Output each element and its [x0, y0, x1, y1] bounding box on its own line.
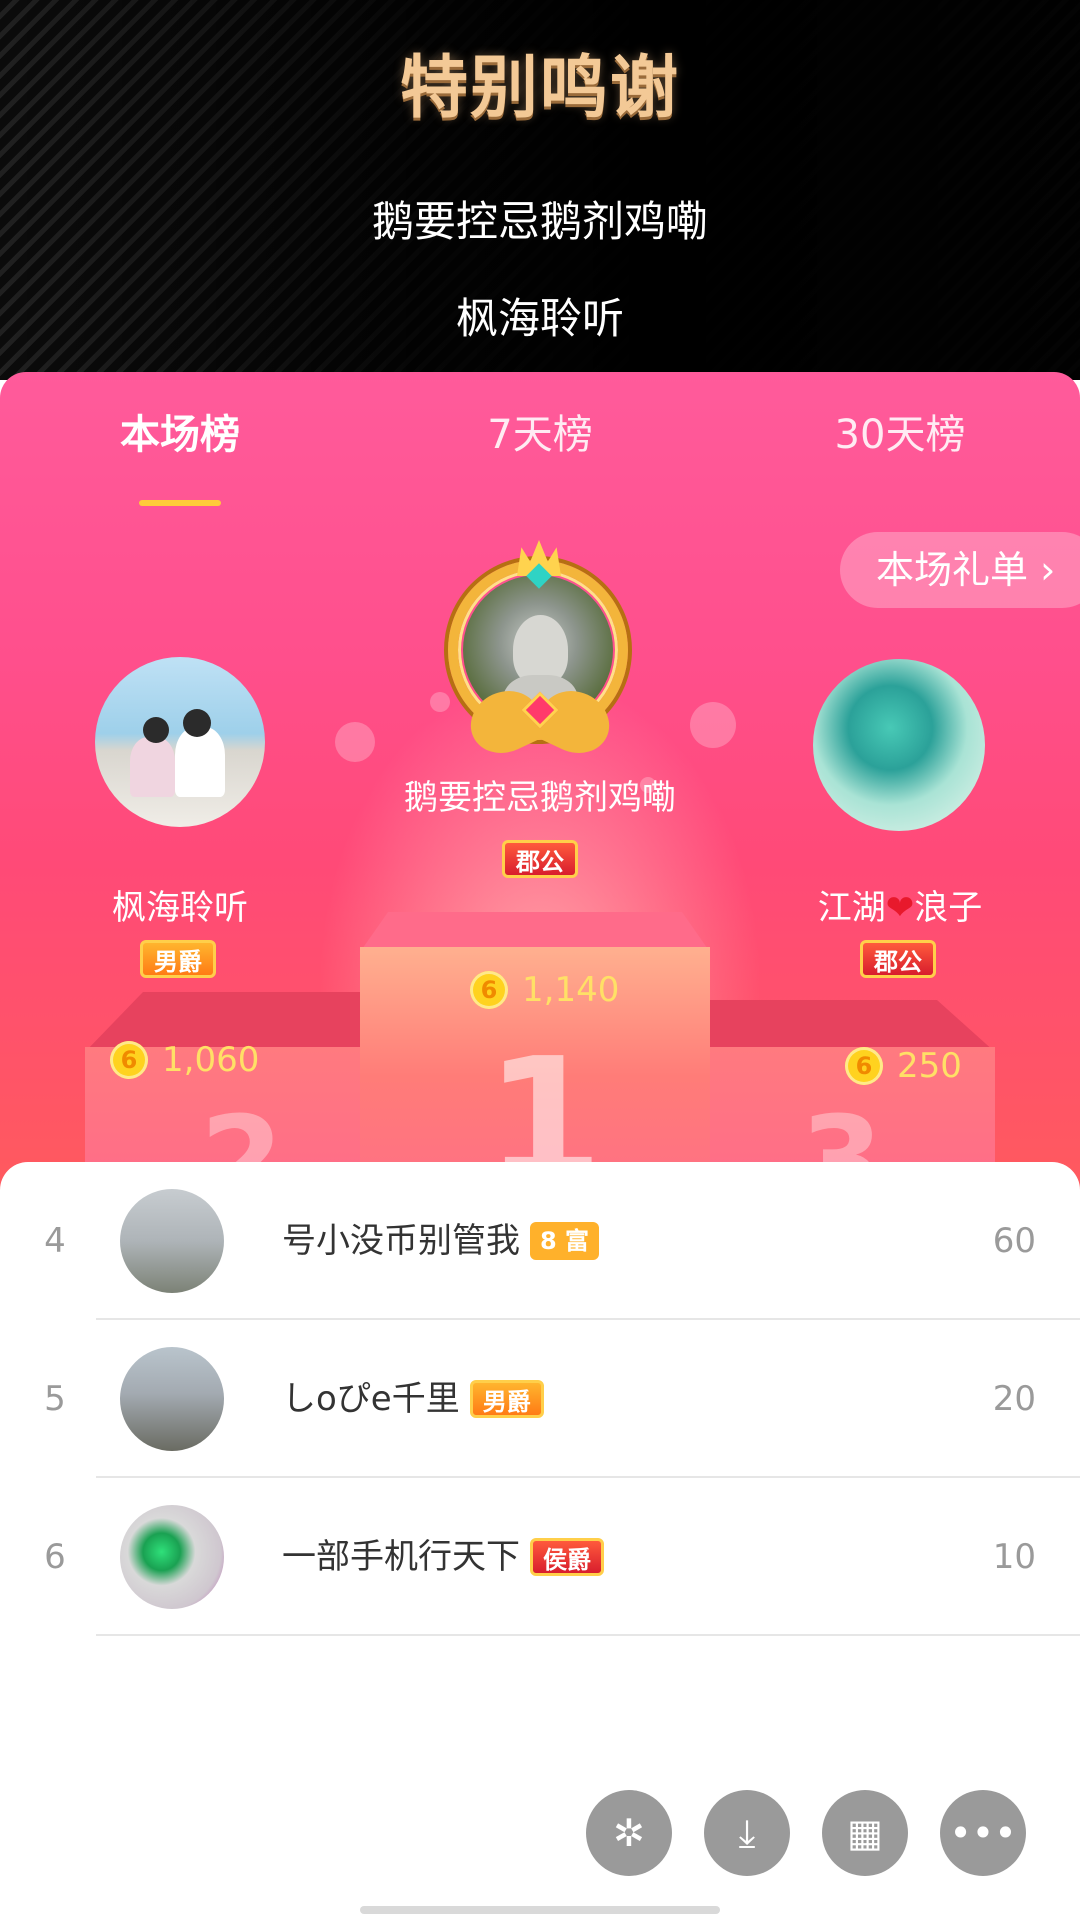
- ranking-tabs: 本场榜 7天榜 30天榜: [0, 402, 1080, 506]
- grid-icon[interactable]: ▦: [822, 1790, 908, 1876]
- list-item[interactable]: 5 しoぴe千里 男爵 20: [0, 1320, 1080, 1478]
- list-points: 20: [992, 1379, 1036, 1419]
- tab-30-days[interactable]: 30天榜: [770, 402, 1030, 460]
- second-place-name: 枫海聆听: [112, 888, 248, 928]
- wealth-level-badge: 8 富: [530, 1222, 600, 1260]
- first-place-name: 鹅要控忌鹅剂鸡嘞: [404, 778, 676, 818]
- tab-this-session[interactable]: 本场榜: [50, 402, 310, 460]
- list-user: しoぴe千里 男爵: [282, 1320, 544, 1478]
- avatar-third-place[interactable]: [813, 659, 985, 831]
- score-value: 1,140: [522, 970, 620, 1010]
- third-place-name: 江湖❤浪子: [817, 888, 983, 928]
- decor-bubble: [335, 722, 375, 762]
- coin-icon: 6: [845, 1047, 883, 1085]
- tab-7-days[interactable]: 7天榜: [410, 402, 670, 460]
- list-user: 号小没币别管我 8 富: [282, 1162, 600, 1320]
- podium-1-top: [360, 912, 710, 952]
- coin-icon: 6: [470, 971, 508, 1009]
- list-points: 10: [992, 1537, 1036, 1577]
- score-value: 1,060: [162, 1040, 260, 1080]
- third-place-score: 6 250: [845, 1046, 962, 1086]
- home-indicator[interactable]: [360, 1906, 720, 1914]
- list-user: 一部手机行天下 侯爵: [282, 1478, 604, 1636]
- list-username: 号小没币别管我: [282, 1221, 520, 1261]
- first-place-rank-badge: 郡公: [502, 840, 578, 878]
- second-place-rank-badge: 男爵: [140, 940, 216, 978]
- ranking-panel: 本场榜 7天榜 30天榜 本场礼单 › 1 2 3 鹅要控忌鹅剂鸡嘞 郡公 6 …: [0, 372, 1080, 1192]
- second-place-score: 6 1,060: [110, 1040, 259, 1080]
- more-icon[interactable]: •••: [940, 1790, 1026, 1876]
- download-icon[interactable]: ⤓: [704, 1790, 790, 1876]
- session-gift-list-button[interactable]: 本场礼单 ›: [840, 532, 1080, 608]
- special-thanks-title: 特别鸣谢: [399, 49, 680, 128]
- list-item[interactable]: 4 号小没币别管我 8 富 60: [0, 1162, 1080, 1320]
- list-rank: 6: [44, 1537, 66, 1577]
- effects-icon[interactable]: ✲: [586, 1790, 672, 1876]
- score-value: 250: [897, 1046, 962, 1086]
- list-rank: 4: [44, 1221, 66, 1261]
- third-place-rank-badge: 郡公: [860, 940, 936, 978]
- thanks-name-1: 鹅要控忌鹅剂鸡嘞: [371, 197, 708, 246]
- list-username: しoぴe千里: [282, 1379, 460, 1419]
- list-points: 60: [992, 1221, 1036, 1261]
- thanks-name-2: 枫海聆听: [455, 294, 624, 343]
- divider: [96, 1634, 1080, 1636]
- noble-rank-badge: 男爵: [469, 1380, 544, 1418]
- noble-rank-badge: 侯爵: [530, 1538, 604, 1576]
- podium-3-top: [705, 1000, 995, 1052]
- decor-bubble: [430, 692, 450, 712]
- coin-icon: 6: [110, 1041, 148, 1079]
- active-tab-indicator: [139, 500, 221, 506]
- avatar-second-place[interactable]: [95, 657, 265, 827]
- bottom-actions: ✲ ⤓ ▦ •••: [0, 1790, 1080, 1880]
- list-avatar[interactable]: [120, 1505, 224, 1609]
- list-username: 一部手机行天下: [282, 1537, 520, 1577]
- first-place-score: 6 1,140: [470, 970, 619, 1010]
- list-item[interactable]: 6 一部手机行天下 侯爵 10: [0, 1478, 1080, 1636]
- list-rank: 5: [44, 1379, 66, 1419]
- heart-icon: ❤: [885, 888, 915, 928]
- list-avatar[interactable]: [120, 1347, 224, 1451]
- special-thanks-header: 特别鸣谢 鹅要控忌鹅剂鸡嘞 枫海聆听: [0, 0, 1080, 380]
- list-avatar[interactable]: [120, 1189, 224, 1293]
- decor-bubble: [690, 702, 736, 748]
